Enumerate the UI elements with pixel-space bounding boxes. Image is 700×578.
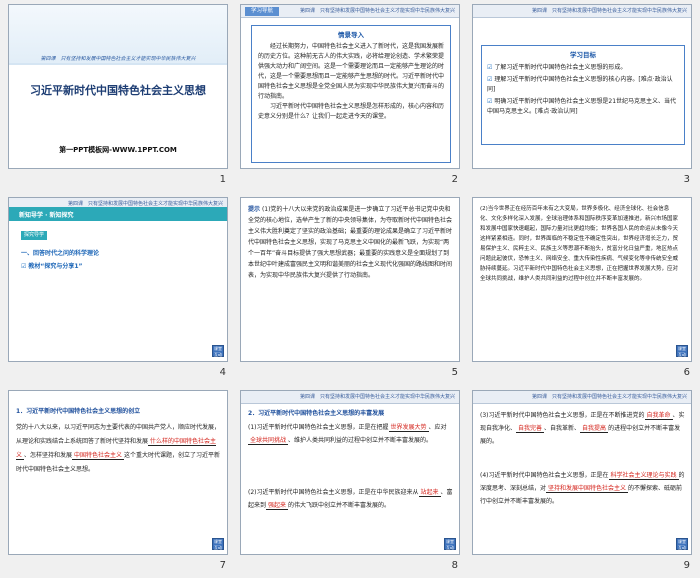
chapter-header: 第四课 只有坚持和发展中国特色社会主义才能实现中华民族伟大复兴 (67, 201, 223, 207)
intro-paragraph: 经过长期努力，中国特色社会主义进入了新时代，这是我国发展新的历史方位。这种前无古… (258, 43, 445, 100)
fill-blank: 科学社会主义理论与实践 (608, 472, 679, 480)
slide-thumbnail-9[interactable]: 第四课 只有坚持和发展中国特色社会主义才能实现中华民族伟大复兴 (3)习近平新时… (468, 386, 696, 576)
slide-thumbnail-5[interactable]: 提示 (1)党的十八大以来党的政治成果是进一步确立了习近平总书记党中央和全党的核… (236, 193, 464, 383)
box-title: 学习目标 (570, 51, 596, 59)
body-paragraph-3: (3)习近平新时代中国特色社会主义思想，正是在不断推进党的 自我革命 、实现自我净化… (480, 412, 685, 445)
slide-number: 8 (451, 560, 458, 571)
slide-title: 习近平新时代中国特色社会主义思想 (30, 84, 206, 97)
slide-number: 4 (219, 367, 226, 378)
intro-box: 情景导入 经过长期努力，中国特色社会主义进入了新时代，这是我国发展新的历史方位。… (251, 25, 451, 163)
slide-thumbnail-2[interactable]: 学习导航 第四课 只有坚持和发展中国特色社会主义才能实现中华民族伟大复兴 情景导… (236, 0, 464, 190)
slide-topbar: 第四课 只有坚持和发展中国特色社会主义才能实现中华民族伟大复兴 (473, 391, 691, 404)
slide-number: 5 (451, 367, 458, 378)
answer-text: (2)当今世界正在经历百年未有之大变局，世界多极化、经济全球化、社会信息化、文化… (480, 206, 679, 282)
slide-header: 第四课 只有坚持和发展中国特色社会主义才能实现中华民族伟大复兴 (40, 56, 196, 62)
slide-5: 提示 (1)党的十八大以来党的政治成果是进一步确立了习近平总书记党中央和全党的核… (240, 197, 460, 362)
goals-box: 学习目标 ☑ 了解习近平新时代中国特色社会主义思想的形成。 ☑ 理解习近平新时代中国… (481, 45, 685, 145)
goal-item: ☑ 了解习近平新时代中国特色社会主义思想的形成。 (487, 64, 627, 71)
slide-number: 1 (219, 174, 226, 185)
slide-number: 6 (683, 367, 690, 378)
slide-thumbnail-3[interactable]: 第四课 只有坚持和发展中国特色社会主义才能实现中华民族伟大复兴 学习目标 ☑ 了解… (468, 0, 696, 190)
slide-1: 第四课 只有坚持和发展中国特色社会主义才能实现中华民族伟大复兴 习近平新时代中国… (8, 4, 228, 169)
slide-number: 9 (683, 560, 690, 571)
slide-7: 1．习近平新时代中国特色社会主义思想的创立 党的十八大以来，以习近平同志为主要代… (8, 390, 228, 555)
fill-blank: 自我提高 (580, 425, 609, 433)
slide-8: 第四课 只有坚持和发展中国特色社会主义才能实现中华民族伟大复兴 2．习近平新时代… (240, 390, 460, 555)
slide-number: 7 (219, 560, 226, 571)
fill-blank: 强起来 (266, 502, 289, 510)
answer-paragraph: 提示 (1)党的十八大以来党的政治成果是进一步确立了习近平总书记党中央和全党的核… (248, 204, 454, 281)
fill-blank: 全球共同挑战 (248, 437, 289, 445)
slide-thumbnail-1[interactable]: 第四课 只有坚持和发展中国特色社会主义才能实现中华民族伟大复兴 习近平新时代中国… (4, 0, 232, 190)
fill-blank: 站起来 (418, 489, 441, 497)
intro-question: 习近平新时代中国特色社会主义思想是怎样形成的，核心内容和历史意义分别是什么？让我… (258, 103, 445, 120)
nav-button[interactable]: 课堂 互动 (212, 345, 224, 357)
check-icon: ☑ (487, 64, 493, 71)
slide-thumbnail-7[interactable]: 1．习近平新时代中国特色社会主义思想的创立 党的十八大以来，以习近平同志为主要代… (4, 386, 232, 576)
slide-number: 2 (451, 174, 458, 185)
slide-topbar: 第四课 只有坚持和发展中国特色社会主义才能实现中华民族伟大复兴 (241, 391, 459, 404)
nav-button[interactable]: 课堂 互动 (676, 345, 688, 357)
chapter-header: 第四课 只有坚持和发展中国特色社会主义才能实现中华民族伟大复兴 (531, 8, 687, 14)
slide-9: 第四课 只有坚持和发展中国特色社会主义才能实现中华民族伟大复兴 (3)习近平新时… (472, 390, 692, 555)
check-icon: ☑ (487, 76, 493, 83)
section-heading: 一、回答时代之问的科学理论 (21, 250, 100, 257)
chapter-header: 第四课 只有坚持和发展中国特色社会主义才能实现中华民族伟大复兴 (531, 394, 687, 400)
body-paragraph-1: (1)习近平新时代中国特色社会主义思想，正是在把握 世界发展大势 、应对全球共同挑战… (248, 424, 447, 445)
check-icon: ☑ (487, 98, 493, 105)
section-bar: 新知导学 · 新知探究 (9, 207, 227, 221)
slide-2: 学习导航 第四课 只有坚持和发展中国特色社会主义才能实现中华民族伟大复兴 情景导… (240, 4, 460, 169)
section-bar-title: 新知导学 · 新知探究 (19, 212, 74, 219)
slide-footer-text: 第一PPT模板网-WWW.1PPT.COM (59, 146, 177, 154)
body-paragraph-2: (2)习近平新时代中国特色社会主义思想，正是在中华民族迎来从 站起来 、富起来到 强起… (248, 489, 453, 510)
slide-thumbnail-8[interactable]: 第四课 只有坚持和发展中国特色社会主义才能实现中华民族伟大复兴 2．习近平新时代… (236, 386, 464, 576)
answer-text: (1)党的十八大以来党的政治成果是进一步确立了习近平总书记党中央和全党的核心地位… (248, 206, 453, 279)
fill-blank: 自我革命 (644, 412, 673, 420)
slide-topbar: 学习导航 第四课 只有坚持和发展中国特色社会主义才能实现中华民族伟大复兴 (241, 5, 459, 18)
answer-lead: 提示 (248, 206, 261, 213)
slide-6: (2)当今世界正在经历百年未有之大变局，世界多极化、经济全球化、社会信息化、文化… (472, 197, 692, 362)
chapter-header: 第四课 只有坚持和发展中国特色社会主义才能实现中华民族伟大复兴 (299, 394, 455, 400)
fill-blank: 自我完善 (516, 425, 545, 433)
slide-4: 第四课 只有坚持和发展中国特色社会主义才能实现中华民族伟大复兴 新知导学 · 新… (8, 197, 228, 362)
fill-blank: 世界发展大势 (388, 424, 429, 432)
goal-item: ☑ 明确习近平新时代中国特色社会主义思想是21世纪马克思主义、当代中国马克思主义。… (487, 98, 677, 115)
body-paragraph: 党的十八大以来，以习近平同志为主要代表的中国共产党人，顺应时代发展，从理论和实践… (16, 424, 221, 473)
section-chip: 探究导学 (21, 231, 47, 240)
slide-number: 3 (683, 174, 690, 185)
nav-button[interactable]: 课堂 互动 (212, 538, 224, 550)
slide-3: 第四课 只有坚持和发展中国特色社会主义才能实现中华民族伟大复兴 学习目标 ☑ 了解… (472, 4, 692, 169)
slide-topbar: 第四课 只有坚持和发展中国特色社会主义才能实现中华民族伟大复兴 (473, 5, 691, 18)
slide-grid: 第四课 只有坚持和发展中国特色社会主义才能实现中华民族伟大复兴 习近平新时代中国… (0, 0, 700, 578)
section-tag: 学习导航 (245, 7, 279, 16)
check-icon: ☑ (21, 263, 27, 270)
fill-blank: 坚持和发展中国特色社会主义 (546, 485, 629, 493)
section-heading: 1．习近平新时代中国特色社会主义思想的创立 (16, 408, 141, 415)
box-title: 情景导入 (338, 31, 364, 39)
section-heading: 2．习近平新时代中国特色社会主义思想的丰富发展 (248, 410, 385, 417)
chapter-header: 第四课 只有坚持和发展中国特色社会主义才能实现中华民族伟大复兴 (299, 8, 455, 14)
section-item: ☑ 教材“探究与分享1” (21, 263, 83, 270)
slide-thumbnail-6[interactable]: (2)当今世界正在经历百年未有之大变局，世界多极化、经济全球化、社会信息化、文化… (468, 193, 696, 383)
body-paragraph-4: (4)习近平新时代中国特色社会主义思想，正是在 科学社会主义理论与实践 的深度思考、… (480, 472, 685, 505)
slide-thumbnail-4[interactable]: 第四课 只有坚持和发展中国特色社会主义才能实现中华民族伟大复兴 新知导学 · 新… (4, 193, 232, 383)
nav-button[interactable]: 课堂 互动 (676, 538, 688, 550)
fill-blank: 中国特色社会主义 (72, 452, 125, 460)
nav-button[interactable]: 课堂 互动 (444, 538, 456, 550)
goal-item: ☑ 理解习近平新时代中国特色社会主义思想的核心内容。[难点·政治认同] (487, 76, 673, 93)
